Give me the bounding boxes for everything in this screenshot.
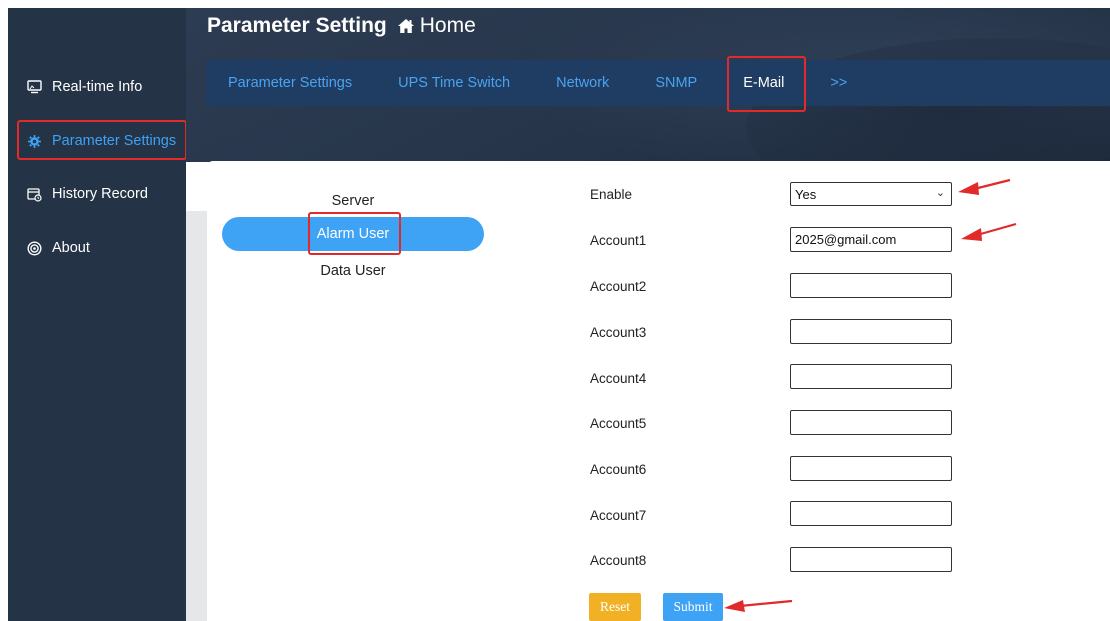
tab-bar: Parameter Settings UPS Time Switch Netwo… [206, 56, 1110, 112]
tab-network[interactable]: Network [556, 75, 609, 91]
account2-input[interactable] [790, 273, 952, 298]
account1-input[interactable] [790, 227, 952, 252]
account4-input[interactable] [790, 364, 952, 389]
sidebar-item-label: Real-time Info [52, 79, 143, 95]
page-title: Parameter Setting Home [207, 14, 476, 38]
account6-input[interactable] [790, 456, 952, 481]
tab-e-mail[interactable]: E-Mail [727, 56, 807, 112]
header: Parameter Setting Home Parameter Setting… [186, 8, 1110, 162]
highlight-box [727, 56, 807, 112]
chevron-down-icon: ⌄ [935, 187, 945, 199]
submenu-item-label: Server [331, 193, 375, 209]
about-icon [26, 240, 42, 256]
sidebar-item-label: About [52, 240, 90, 256]
account2-label: Account2 [590, 279, 647, 294]
submenu-item-label: Data User [320, 263, 386, 279]
gear-icon [26, 133, 42, 149]
account5-label: Account5 [590, 416, 647, 431]
account5-input[interactable] [790, 410, 952, 435]
sidebar-item-parameter-settings[interactable]: Parameter Settings [8, 120, 187, 162]
tab-ups-time-switch[interactable]: UPS Time Switch [398, 75, 510, 91]
submit-button[interactable]: Submit [663, 593, 723, 621]
history-icon [26, 186, 42, 202]
account3-input[interactable] [790, 319, 952, 344]
home-icon[interactable] [397, 18, 415, 34]
sidebar-item-about[interactable]: About [8, 227, 186, 269]
account7-input[interactable] [790, 501, 952, 526]
sidebar-item-history-record[interactable]: History Record [8, 173, 186, 215]
submenu-item-server[interactable]: Server [222, 184, 484, 218]
sidebar-item-label: Parameter Settings [52, 133, 177, 149]
content-gutter [186, 211, 207, 621]
enable-select-value: Yes [795, 186, 817, 202]
account7-label: Account7 [590, 508, 647, 523]
sidebar-item-real-time-info[interactable]: Real-time Info [8, 66, 186, 108]
account6-label: Account6 [590, 462, 647, 477]
monitor-icon [26, 79, 42, 95]
submenu-item-data-user[interactable]: Data User [222, 254, 484, 288]
account8-label: Account8 [590, 553, 647, 568]
page-title-text: Parameter Setting [207, 14, 387, 37]
submenu-item-alarm-user[interactable]: Alarm User [222, 212, 484, 255]
submenu-item-label: Alarm User [316, 226, 390, 242]
account1-label: Account1 [590, 233, 647, 248]
account3-label: Account3 [590, 325, 647, 340]
sidebar-item-label: History Record [52, 186, 148, 202]
reset-button[interactable]: Reset [589, 593, 641, 621]
enable-select[interactable]: Yes ⌄ [790, 182, 952, 206]
enable-label: Enable [590, 187, 633, 202]
account8-input[interactable] [790, 547, 952, 572]
home-link[interactable]: Home [420, 14, 476, 38]
sidebar: Real-time Info Parameter Settings Histor… [8, 8, 187, 621]
tab-snmp[interactable]: SNMP [655, 75, 697, 91]
account4-label: Account4 [590, 371, 647, 386]
tab-more[interactable]: >> [830, 75, 847, 91]
tab-parameter-settings[interactable]: Parameter Settings [228, 75, 352, 91]
